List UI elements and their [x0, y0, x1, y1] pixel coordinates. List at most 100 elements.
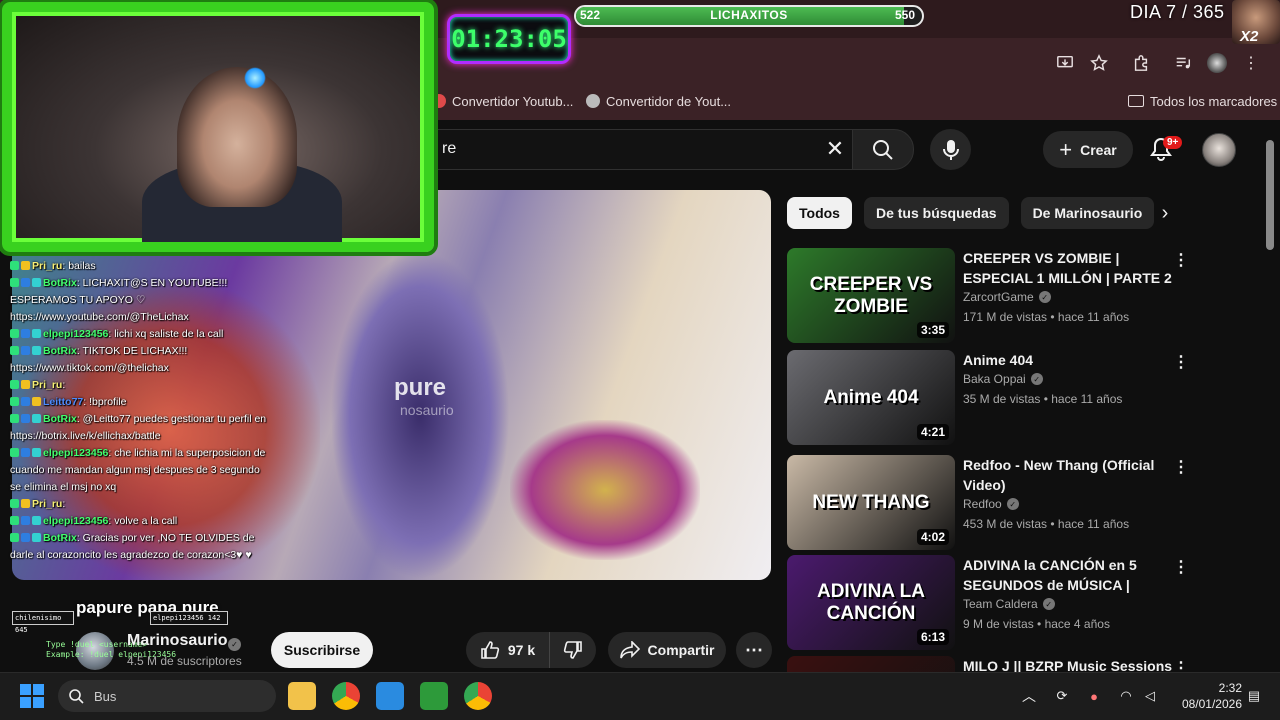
chat-badge-icon	[10, 346, 19, 355]
filter-chips: Todos De tus búsquedas De Marinosaurio	[787, 197, 1155, 229]
notification-center-icon[interactable]: ▤	[1244, 686, 1264, 706]
chip-from-searches[interactable]: De tus búsquedas	[863, 197, 1009, 229]
chrome-profile-icon[interactable]	[464, 682, 492, 710]
install-app-icon[interactable]	[1048, 50, 1082, 76]
media-controls-icon[interactable]	[1166, 50, 1200, 76]
bookmark-star-icon[interactable]	[1082, 50, 1116, 76]
video-menu-icon[interactable]: ⋮	[1173, 250, 1189, 270]
bookmark-favicon-icon	[432, 94, 446, 108]
volume-icon[interactable]: ◁	[1140, 686, 1160, 706]
all-bookmarks[interactable]: Todos los marcadores	[1128, 94, 1277, 109]
chat-text: :	[62, 379, 66, 391]
bookmark-item[interactable]: Convertidor Youtub...	[432, 94, 573, 109]
video-menu-icon[interactable]: ⋮	[1173, 352, 1189, 372]
recommended-title[interactable]: Redfoo - New Thang (Official Video)	[963, 455, 1173, 495]
clock-time[interactable]: 2:32	[1180, 681, 1242, 695]
wifi-icon[interactable]: ◠	[1116, 686, 1136, 706]
more-actions-button[interactable]: ⋯	[736, 632, 772, 668]
subscribe-button[interactable]: Suscribirse	[271, 632, 373, 668]
recommended-channel[interactable]: ZarcortGame ✓	[963, 290, 1051, 304]
video-thumbnail[interactable]: ADIVINA LA CANCIÓN 6:13	[787, 555, 955, 650]
video-thumbnail[interactable]: NEW THANG 4:02	[787, 455, 955, 550]
recommended-video[interactable]: MILO J || BZRP Music Sessions ⋮	[787, 656, 1187, 672]
video-menu-icon[interactable]: ⋮	[1173, 658, 1187, 672]
chat-badge-icon	[32, 533, 41, 542]
chat-text: : lichi xq saliste de la call	[108, 328, 224, 340]
chat-message: BotRix: LICHAXIT@S EN YOUTUBE!!! ESPERAM…	[10, 275, 272, 326]
chat-badge-icon	[10, 278, 19, 287]
bookmark-item[interactable]: Convertidor de Yout...	[586, 94, 731, 109]
video-thumbnail[interactable]: CREEPER VS ZOMBIE 3:35	[787, 248, 955, 343]
video-menu-icon[interactable]: ⋮	[1173, 557, 1189, 577]
channel-name: ZarcortGame	[963, 290, 1034, 304]
chat-message: Pri_ru:	[10, 377, 272, 394]
share-button[interactable]: Compartir	[608, 632, 726, 668]
streamer-face	[177, 67, 297, 207]
video-frame-blur	[510, 420, 700, 560]
video-menu-icon[interactable]: ⋮	[1173, 457, 1189, 477]
sync-icon[interactable]: ⟳	[1052, 686, 1072, 706]
taskbar-search[interactable]: Bus	[58, 680, 276, 712]
search-input[interactable]	[430, 129, 852, 170]
chat-badge-icon	[32, 278, 41, 287]
clock-date[interactable]: 08/01/2026	[1170, 697, 1242, 711]
recommended-video[interactable]: ADIVINA LA CANCIÓN 6:13 ADIVINA la CANCIÓN…	[787, 555, 1189, 650]
dislike-button[interactable]	[550, 632, 596, 668]
video-thumbnail[interactable]: Anime 404 4:21	[787, 350, 955, 445]
microphone-icon[interactable]: ●	[1084, 686, 1104, 706]
extensions-icon[interactable]	[1116, 50, 1166, 76]
microphone-icon	[942, 139, 959, 160]
sub-goal-target: 550	[895, 8, 916, 22]
app-f-icon[interactable]	[376, 682, 404, 710]
channel-name: Team Caldera	[963, 597, 1038, 611]
file-explorer-icon[interactable]	[288, 682, 316, 710]
chat-badge-icon	[21, 533, 30, 542]
recommended-title[interactable]: ADIVINA la CANCIÓN en 5 SEGUNDOS de MÚSI…	[963, 555, 1173, 595]
recommended-video[interactable]: Anime 404 4:21 Anime 404 Baka Oppai ✓ 35 M de…	[787, 350, 1189, 445]
app-green-icon[interactable]	[420, 682, 448, 710]
windows-start-icon[interactable]	[20, 684, 44, 708]
chat-message: BotRix: TIKTOK DE LICHAX!!! https://www.…	[10, 343, 272, 377]
scrollbar[interactable]	[1266, 140, 1274, 250]
profile-avatar-icon[interactable]	[1200, 50, 1234, 76]
browser-menu-icon[interactable]: ⋮	[1234, 50, 1268, 76]
recommended-title[interactable]: CREEPER VS ZOMBIE | ESPECIAL 1 MILLÓN | …	[963, 248, 1173, 288]
recommended-channel[interactable]: Team Caldera ✓	[963, 597, 1055, 611]
chevron-right-icon[interactable]: ›	[1152, 200, 1178, 226]
search-input-value[interactable]: re	[442, 140, 456, 158]
recommended-video[interactable]: CREEPER VS ZOMBIE 3:35 CREEPER VS ZOMBIE |…	[787, 248, 1189, 343]
recommended-title[interactable]: MILO J || BZRP Music Sessions	[963, 656, 1173, 672]
channel-name[interactable]: Marinosaurio	[127, 632, 227, 650]
chat-text: : volve a la call	[108, 515, 178, 527]
chat-badge-icon	[10, 329, 19, 338]
create-button[interactable]: + Crear	[1043, 131, 1133, 168]
chat-message: elpepi123456: volve a la call	[10, 513, 272, 530]
recommended-channel[interactable]: Baka Oppai ✓	[963, 372, 1043, 386]
chrome-icon[interactable]	[332, 682, 360, 710]
folder-icon	[1128, 95, 1144, 107]
chat-badge-icon	[10, 499, 19, 508]
chat-badge-icon	[21, 414, 30, 423]
voice-search-button[interactable]	[930, 129, 971, 170]
video-thumbnail[interactable]	[787, 656, 955, 672]
notification-badge: 9+	[1163, 136, 1183, 149]
like-button[interactable]: 97 k	[466, 632, 550, 668]
chat-badge-icon	[10, 516, 19, 525]
chat-text: : bailas	[62, 260, 96, 272]
account-avatar[interactable]	[1202, 133, 1236, 167]
tray-chevron-up-icon[interactable]: ︿	[1022, 686, 1036, 706]
chat-badge-icon	[21, 499, 30, 508]
recommended-video[interactable]: NEW THANG 4:02 Redfoo - New Thang (Officia…	[787, 455, 1189, 550]
search-button[interactable]	[852, 129, 914, 170]
chat-badge-icon	[32, 397, 41, 406]
chat-badge-icon	[21, 346, 30, 355]
verified-icon: ✓	[1038, 291, 1051, 303]
chip-from-channel[interactable]: De Marinosaurio	[1020, 197, 1155, 229]
clear-search-icon[interactable]: ✕	[822, 136, 848, 162]
chip-all[interactable]: Todos	[787, 197, 852, 229]
chat-badge-icon	[32, 516, 41, 525]
browser-toolbar: ⋮	[1048, 50, 1268, 76]
recommended-channel[interactable]: Redfoo ✓	[963, 497, 1019, 511]
recommended-title[interactable]: Anime 404	[963, 350, 1173, 370]
chat-username: BotRix	[43, 277, 77, 289]
